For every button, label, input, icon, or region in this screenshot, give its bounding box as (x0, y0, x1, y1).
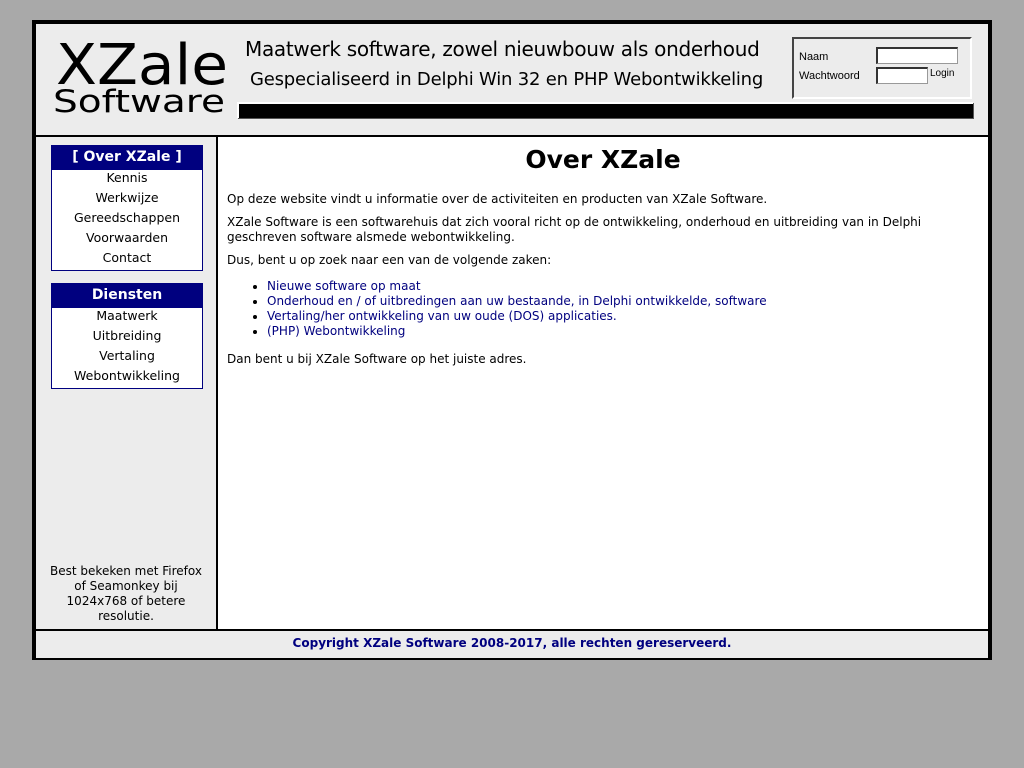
menu-title-over-xzale[interactable]: [ Over XZale ] (52, 146, 202, 170)
login-password-label: Wachtwoord (799, 70, 860, 82)
service-link-vertaling[interactable]: Vertaling/her ontwikkeling van uw oude (… (267, 309, 617, 323)
page-frame: XZale Software Maatwerk software, zowel … (32, 20, 992, 660)
sidebar-item-contact[interactable]: Contact (52, 250, 202, 270)
sidebar-item-voorwaarden[interactable]: Voorwaarden (52, 230, 202, 250)
sidebar-item-vertaling[interactable]: Vertaling (52, 348, 202, 368)
logo-text-software: Software (53, 84, 225, 120)
xzale-logo: XZale Software (53, 34, 228, 120)
intro-paragraph: Op deze website vindt u informatie over … (227, 192, 768, 206)
footer-copyright: Copyright XZale Software 2008-2017, alle… (36, 629, 988, 658)
header-divider-bar (237, 102, 973, 118)
sidebar-item-uitbreiding[interactable]: Uitbreiding (52, 328, 202, 348)
main-content: Over XZale Op deze website vindt u infor… (218, 137, 988, 629)
menu-diensten: Diensten Maatwerk Uitbreiding Vertaling … (51, 283, 203, 389)
header: XZale Software Maatwerk software, zowel … (36, 24, 988, 137)
menu-title-diensten[interactable]: Diensten (52, 284, 202, 308)
browser-recommendation-note: Best bekeken met Firefox of Seamonkey bi… (50, 564, 202, 623)
question-paragraph: Dus, bent u op zoek naar een van de volg… (227, 253, 552, 267)
sidebar-item-kennis[interactable]: Kennis (52, 170, 202, 190)
service-link-nieuwe-software[interactable]: Nieuwe software op maat (267, 279, 421, 293)
closing-paragraph: Dan bent u bij XZale Software op het jui… (227, 352, 527, 366)
service-link-onderhoud[interactable]: Onderhoud en / of uitbredingen aan uw be… (267, 294, 767, 308)
list-item: Onderhoud en / of uitbredingen aan uw be… (267, 294, 967, 309)
services-list: Nieuwe software op maat Onderhoud en / o… (227, 279, 967, 339)
login-name-label: Naam (799, 51, 829, 63)
list-item: (PHP) Webontwikkeling (267, 324, 967, 339)
list-item: Nieuwe software op maat (267, 279, 967, 294)
sidebar: [ Over XZale ] Kennis Werkwijze Gereedsc… (36, 137, 218, 629)
menu-over-xzale: [ Over XZale ] Kennis Werkwijze Gereedsc… (51, 145, 203, 271)
username-input[interactable] (876, 47, 958, 64)
login-button[interactable]: Login (930, 68, 954, 79)
sidebar-item-werkwijze[interactable]: Werkwijze (52, 190, 202, 210)
page-title: Over XZale (525, 145, 681, 174)
tagline-primary: Maatwerk software, zowel nieuwbouw als o… (245, 37, 760, 61)
login-form: Naam Wachtwoord Login (792, 37, 972, 99)
list-item: Vertaling/her ontwikkeling van uw oude (… (267, 309, 967, 324)
password-input[interactable] (876, 67, 928, 84)
description-paragraph: XZale Software is een softwarehuis dat z… (227, 215, 922, 244)
service-link-webontwikkeling[interactable]: (PHP) Webontwikkeling (267, 324, 405, 338)
tagline-secondary: Gespecialiseerd in Delphi Win 32 en PHP … (250, 69, 764, 90)
sidebar-item-webontwikkeling[interactable]: Webontwikkeling (52, 368, 202, 388)
sidebar-item-maatwerk[interactable]: Maatwerk (52, 308, 202, 328)
sidebar-item-gereedschappen[interactable]: Gereedschappen (52, 210, 202, 230)
